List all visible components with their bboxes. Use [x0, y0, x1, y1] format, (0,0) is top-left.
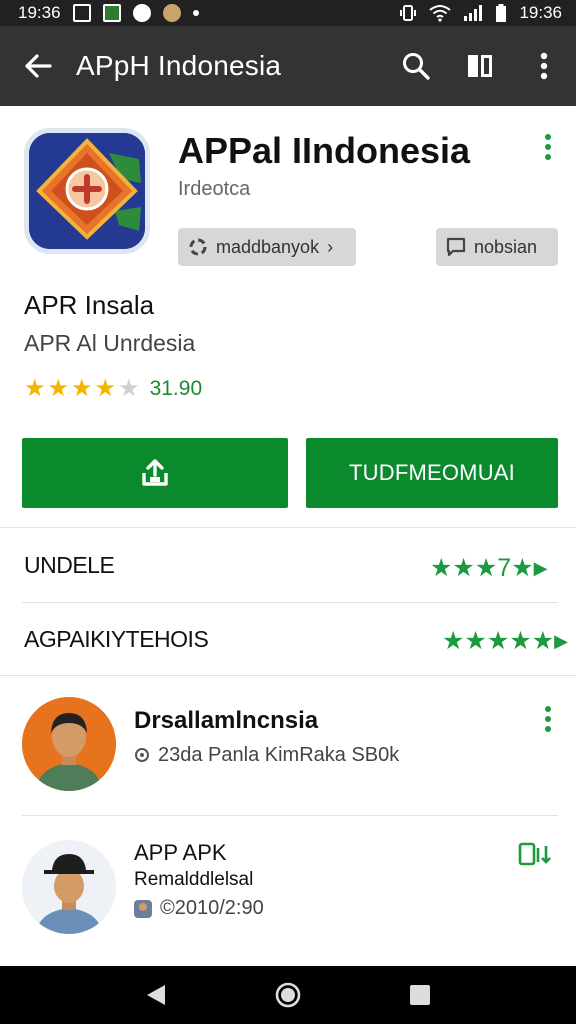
- triangle-back-icon: [147, 985, 165, 1005]
- avatar-notification-icon: [162, 4, 181, 22]
- category-chip[interactable]: maddbanyok ›: [178, 228, 356, 266]
- photo-icon: [72, 4, 91, 22]
- more-vert-icon: [545, 134, 551, 160]
- status-right: 19:36: [399, 3, 562, 23]
- app-icon: [24, 128, 150, 254]
- status-time-left: 19:36: [18, 3, 61, 22]
- library-button[interactable]: [448, 26, 512, 106]
- app-bar: APpH Indonesia: [0, 26, 576, 106]
- person-avatar-icon: [22, 840, 116, 934]
- person-avatar-icon: [22, 697, 116, 791]
- review-meta-text: 23da Panla KimRaka SB0k: [158, 744, 400, 766]
- install-button[interactable]: [22, 438, 288, 508]
- nav-home-button[interactable]: [268, 975, 308, 1015]
- review-title: APP APK: [134, 840, 227, 865]
- reviewer-name: Drsallamlncnsia: [134, 707, 319, 734]
- signal-icon: [464, 5, 483, 21]
- location-icon: [135, 747, 149, 762]
- search-icon: [403, 53, 430, 80]
- arrow-right-icon: ▶: [554, 630, 568, 651]
- review-action-button[interactable]: [518, 842, 552, 871]
- app-bar-title: APpH Indonesia: [76, 50, 282, 81]
- avatar: [22, 840, 116, 934]
- review-more-button[interactable]: [538, 704, 558, 734]
- review-meta: 23da Panla KimRaka SB0k: [134, 744, 399, 767]
- square-recents-icon: [410, 985, 430, 1005]
- star-icon: ★: [71, 375, 93, 402]
- more-vert-icon: [540, 52, 548, 80]
- nav-recents-button[interactable]: [400, 975, 440, 1015]
- app-notification-icon: [102, 4, 121, 22]
- row-label[interactable]: UNDELE: [24, 552, 115, 579]
- wifi-icon: [429, 5, 452, 22]
- arrow-right-icon: ▶: [533, 557, 548, 578]
- app-header-more-button[interactable]: [538, 132, 558, 162]
- more-notifications-dot-icon: [192, 10, 199, 16]
- edit-review-icon: [518, 842, 551, 866]
- app-title: APPal IIndonesia: [178, 130, 471, 171]
- overflow-menu-button[interactable]: [512, 26, 576, 106]
- battery-icon: [496, 4, 507, 22]
- review-meta: ©2010/2:90: [134, 897, 264, 920]
- nav-back-button[interactable]: [136, 975, 176, 1015]
- star-icon: ★: [47, 375, 70, 402]
- developer-name[interactable]: Irdeotca: [178, 178, 250, 201]
- review-meta-text: ©2010/2:90: [160, 897, 264, 919]
- star-icon: ★: [24, 375, 46, 402]
- review-body: Remalddlelsal: [134, 869, 254, 890]
- search-button[interactable]: [384, 26, 448, 106]
- home-circle-icon: [275, 982, 301, 1008]
- content-rating-chip[interactable]: nobsian: [436, 228, 558, 266]
- row-label[interactable]: AGPAIKIYTEHOIS: [24, 626, 209, 653]
- row-rating: ★★★7★ ▶: [430, 553, 547, 583]
- chevron-right-icon: ›: [327, 236, 334, 257]
- library-icon: [468, 55, 492, 77]
- star-icon: ★: [118, 375, 140, 402]
- back-button[interactable]: [0, 26, 76, 106]
- more-vert-icon: [545, 706, 551, 732]
- app-subtitle: APR Al Unrdesia: [24, 330, 196, 356]
- rating-row: ★ ★ ★ ★ ★ 31.90: [24, 376, 202, 402]
- divider: [0, 675, 576, 676]
- open-button[interactable]: TUDFMEOMUAI: [306, 438, 558, 508]
- category-chip-label: maddbanyok: [216, 236, 320, 257]
- category-icon: [189, 238, 207, 256]
- divider: [0, 527, 576, 528]
- row-rating: ★★★★★ ▶: [442, 626, 568, 656]
- app-logo-icon: [29, 133, 145, 249]
- arrow-back-icon: [25, 54, 52, 78]
- navigation-bar: [0, 966, 576, 1024]
- app-name: APR Insala: [24, 290, 155, 320]
- status-time-right: 19:36: [519, 3, 562, 22]
- star-icon: ★: [94, 375, 117, 402]
- circle-notification-icon: [132, 4, 151, 22]
- comment-icon: [446, 237, 466, 257]
- divider: [22, 602, 558, 603]
- status-left: 19:36: [18, 3, 199, 23]
- row-stars: ★★★7★: [430, 554, 534, 582]
- divider: [22, 815, 558, 816]
- rating-value: 31.90: [149, 377, 203, 400]
- row-stars: ★★★★★: [442, 627, 555, 655]
- content-rating-chip-label: nobsian: [474, 236, 538, 257]
- avatar: [22, 697, 116, 791]
- download-icon: [142, 459, 168, 486]
- user-thumb-icon: [134, 899, 152, 918]
- status-bar: 19:36 19:36: [0, 0, 576, 26]
- vibrate-icon: [400, 5, 417, 21]
